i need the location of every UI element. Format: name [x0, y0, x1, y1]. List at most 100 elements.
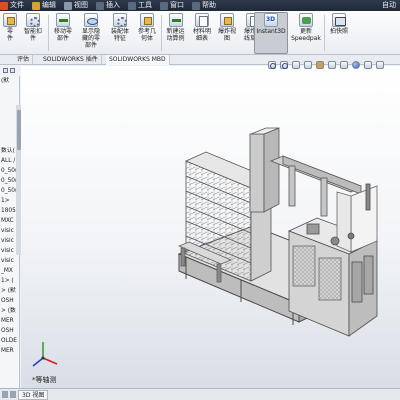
- window-title: 自动: [382, 1, 396, 9]
- exploded-view-label: 爆炸视 图: [217, 28, 236, 42]
- view-settings-icon[interactable]: [376, 61, 384, 69]
- update-speedpak-label: 更新 Speedpak: [291, 28, 321, 42]
- instant3d-icon: [264, 13, 278, 27]
- cube-icon: [3, 13, 17, 27]
- appearance-icon[interactable]: [352, 61, 360, 69]
- speedpak-icon: [299, 13, 313, 27]
- tab-solidworks-mbd[interactable]: SOLIDWORKS MBD: [106, 55, 170, 65]
- explode-icon: [220, 13, 234, 27]
- menu-tools-label: 工具: [138, 1, 152, 9]
- new-motion-study-label: 新建运 动算例: [166, 28, 185, 42]
- tree-item[interactable]: OSH: [0, 326, 19, 336]
- menu-window-label: 窗口: [170, 1, 184, 9]
- tab-3d-view[interactable]: 3D 视图: [18, 390, 49, 400]
- tree-item[interactable]: MER: [0, 316, 19, 326]
- file-icon: [0, 1, 8, 10]
- help-icon: [192, 1, 200, 10]
- view-icon: [64, 1, 72, 10]
- work-cell: [287, 183, 379, 337]
- tab-evaluate[interactable]: 评估: [14, 55, 34, 65]
- part-button-label: 零 件: [6, 28, 13, 42]
- tree-item[interactable]: MER: [0, 346, 19, 356]
- tree-item[interactable]: (默: [0, 76, 19, 86]
- zoom-area-icon[interactable]: [280, 61, 288, 69]
- menu-file-label: 文件: [10, 1, 24, 9]
- menu-view-label: 视图: [74, 1, 88, 9]
- tools-icon: [128, 1, 136, 10]
- instant3d-label: Instant3D: [256, 28, 286, 35]
- reference-geometry-button[interactable]: 参考几 何体: [134, 13, 160, 53]
- ribbon-divider: [324, 15, 325, 51]
- new-motion-study-button[interactable]: 新建运 动算例: [162, 13, 189, 53]
- part-button[interactable]: 零 件: [2, 13, 18, 53]
- previous-tab-icon[interactable]: [2, 391, 8, 398]
- command-manager-ribbon: 零 件 智能扣 件 移动零 部件 显示隐 藏的零 部件 装配体 特征 参考几 何…: [0, 11, 400, 55]
- display-style-icon[interactable]: [328, 61, 336, 69]
- tree-item[interactable]: > (数: [0, 306, 19, 316]
- menu-tools[interactable]: 工具: [126, 0, 154, 11]
- gear-icon: [26, 13, 40, 27]
- gear-icon: [113, 13, 127, 27]
- view-orientation-label: *等轴测: [32, 376, 57, 384]
- view-orientation-icon[interactable]: [316, 61, 324, 69]
- document-icon: [195, 13, 209, 27]
- next-tab-icon[interactable]: [10, 391, 16, 398]
- tree-item[interactable]: visic: [0, 256, 19, 266]
- menu-edit-label: 编辑: [42, 1, 56, 9]
- show-hidden-label: 显示隐 藏的零 部件: [81, 28, 100, 49]
- bill-of-materials-button[interactable]: 材料明 细表: [190, 13, 214, 53]
- bill-of-materials-label: 材料明 细表: [192, 28, 211, 42]
- tree-item[interactable]: OLDE: [0, 336, 19, 346]
- insert-icon: [96, 1, 104, 10]
- property-icon[interactable]: [10, 67, 15, 73]
- feature-tree-icon[interactable]: [3, 67, 8, 73]
- tree-item[interactable]: _MX: [0, 266, 19, 276]
- heads-up-view-toolbar: [268, 59, 384, 71]
- graphics-viewport[interactable]: [21, 66, 400, 388]
- reference-geometry-label: 参考几 何体: [137, 28, 156, 42]
- previous-view-icon[interactable]: [292, 61, 300, 69]
- take-snapshot-button[interactable]: 拍快照: [327, 13, 351, 53]
- assembly-features-label: 装配体 特征: [110, 28, 129, 42]
- menu-edit[interactable]: 编辑: [30, 0, 58, 11]
- tab-solidworks-addins[interactable]: SOLIDWORKS 插件: [40, 55, 102, 65]
- move-component-button[interactable]: 移动零 部件: [50, 13, 76, 53]
- tree-item[interactable]: OSH: [0, 296, 19, 306]
- coordinate-triad: [32, 342, 58, 367]
- smart-fastener-label: 智能扣 件: [23, 28, 42, 42]
- menu-view[interactable]: 视图: [62, 0, 90, 11]
- solidworks-window: { "menu": { "items": [ {"label": "文件", "…: [0, 0, 400, 400]
- window-icon: [160, 1, 168, 10]
- manager-tabs: [0, 65, 22, 75]
- smart-fastener-button[interactable]: 智能扣 件: [20, 13, 46, 53]
- hide-show-icon[interactable]: [340, 61, 348, 69]
- instant3d-button[interactable]: Instant3D: [254, 12, 288, 54]
- menu-bar: 文件 编辑 视图 插入 工具 窗口 帮助 自动: [0, 0, 400, 11]
- assembly-model: [32, 127, 379, 367]
- update-speedpak-button[interactable]: 更新 Speedpak: [290, 13, 322, 53]
- cube-icon: [140, 13, 154, 27]
- menu-window[interactable]: 窗口: [158, 0, 186, 11]
- menu-help[interactable]: 帮助: [190, 0, 218, 11]
- exploded-view-button[interactable]: 爆炸视 图: [215, 13, 239, 53]
- edit-icon: [32, 1, 40, 10]
- tree-item[interactable]: 1> (: [0, 276, 19, 286]
- ribbon-divider: [48, 15, 49, 51]
- menu-insert[interactable]: 插入: [94, 0, 122, 11]
- tree-item[interactable]: [0, 86, 19, 96]
- menu-insert-label: 插入: [106, 1, 120, 9]
- section-view-icon[interactable]: [304, 61, 312, 69]
- eye-icon: [84, 13, 98, 27]
- tree-item[interactable]: > (默: [0, 286, 19, 296]
- assembly-features-button[interactable]: 装配体 特征: [107, 13, 133, 53]
- menu-file[interactable]: 文件: [0, 0, 26, 11]
- menu-help-label: 帮助: [202, 1, 216, 9]
- show-hidden-button[interactable]: 显示隐 藏的零 部件: [77, 13, 105, 53]
- motion-icon: [168, 13, 183, 27]
- move-component-label: 移动零 部件: [53, 28, 72, 42]
- status-bar: 3D 视图: [0, 388, 400, 400]
- scene-icon[interactable]: [364, 61, 372, 69]
- zoom-fit-icon[interactable]: [268, 61, 276, 69]
- move-icon: [56, 13, 70, 27]
- camera-icon: [332, 13, 346, 27]
